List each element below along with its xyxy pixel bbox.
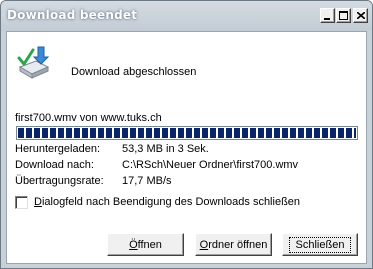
transfer-rate-value: 17,7 MB/s: [122, 175, 172, 187]
file-source-line: first700.wmv von www.tuks.ch: [15, 112, 162, 124]
downloaded-value: 53,3 MB in 3 Sek.: [122, 143, 209, 155]
close-after-download-checkbox[interactable]: [15, 196, 28, 209]
open-button[interactable]: Öffnen: [107, 233, 184, 256]
close-after-download-label[interactable]: Dialogfeld nach Beendigung des Downloads…: [34, 196, 300, 208]
title-bar[interactable]: Download beendet: [1, 1, 372, 31]
minimize-button[interactable]: [320, 8, 335, 23]
downloaded-label: Heruntergeladen:: [15, 143, 101, 155]
destination-label: Download nach:: [15, 159, 94, 171]
progress-bar: [16, 126, 358, 140]
maximize-button[interactable]: [336, 8, 351, 23]
close-button-label: Schließen: [288, 236, 352, 253]
close-window-button[interactable]: [353, 8, 368, 23]
open-folder-button[interactable]: Ordner öffnen: [195, 233, 272, 256]
status-heading: Download abgeschlossen: [71, 66, 197, 78]
download-complete-icon: [17, 46, 50, 79]
progress-bar-fill: [18, 128, 356, 138]
download-dialog: Download beendet Download abgeschlossen …: [0, 0, 373, 269]
transfer-rate-label: Übertragungsrate:: [15, 175, 104, 187]
dialog-body: Download abgeschlossen first700.wmv von …: [6, 31, 367, 264]
close-button[interactable]: Schließen: [282, 233, 358, 256]
destination-value: C:\RSch\Neuer Ordner\first700.wmv: [122, 159, 299, 171]
window-title: Download beendet: [7, 8, 138, 22]
close-icon: [357, 12, 365, 19]
